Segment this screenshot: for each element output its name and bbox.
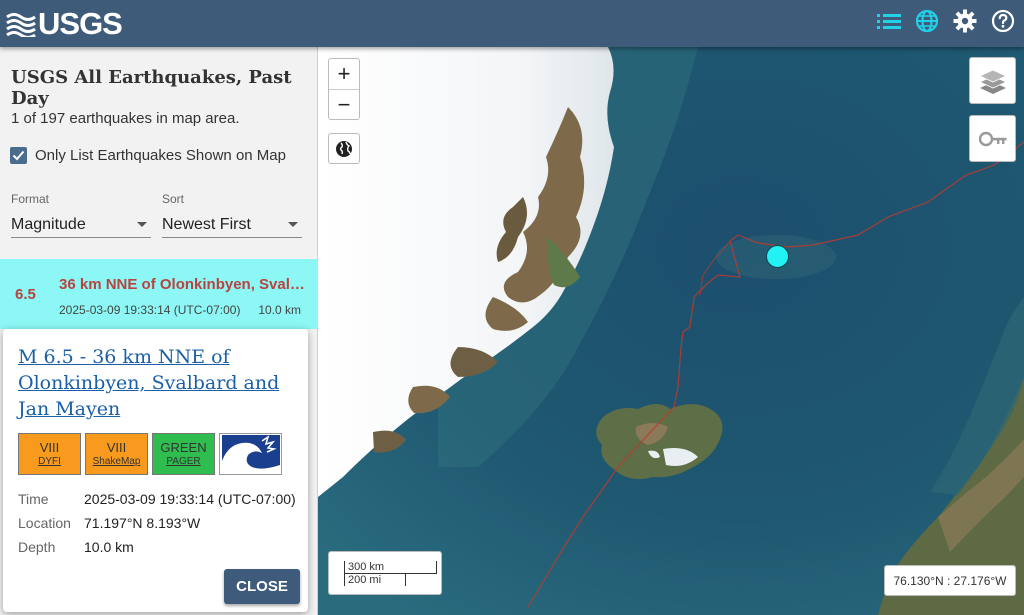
pager-badge[interactable]: GREEN PAGER <box>152 433 215 475</box>
only-list-checkbox[interactable]: Only List Earthquakes Shown on Map <box>10 147 286 164</box>
map-view[interactable]: + − 300 km 200 mi 76.130°N : 27.176°W <box>318 47 1024 615</box>
earthquake-popup: M 6.5 - 36 km NNE of Olonkinbyen, Svalba… <box>3 329 308 612</box>
earthquake-count: 1 of 197 earthquakes in map area. <box>11 110 240 127</box>
globe-icon[interactable] <box>914 8 940 34</box>
shakemap-label: ShakeMap <box>92 456 141 467</box>
key-icon <box>978 131 1006 146</box>
location-value: 71.197°N 8.193°W <box>84 515 201 531</box>
layers-icon <box>978 69 1007 94</box>
settings-icon[interactable] <box>952 8 978 34</box>
format-label: Format <box>11 192 50 206</box>
scale-km: 300 km <box>344 561 437 574</box>
earthquake-depth: 10.0 km <box>258 303 301 317</box>
close-button[interactable]: CLOSE <box>224 569 300 604</box>
earthquake-time: 2025-03-09 19:33:14 (UTC-07:00) <box>59 303 241 317</box>
app-header: USGS <box>0 0 1024 47</box>
map-scale: 300 km 200 mi <box>328 551 442 595</box>
location-label: Location <box>18 515 71 531</box>
pager-label: PAGER <box>166 456 201 467</box>
sort-select[interactable]: Sort Newest First <box>162 192 302 238</box>
panel-title: USGS All Earthquakes, Past Day <box>11 67 292 109</box>
only-list-label: Only List Earthquakes Shown on Map <box>35 147 286 164</box>
popup-title-link[interactable]: M 6.5 - 36 km NNE of Olonkinbyen, Svalba… <box>18 344 298 422</box>
dyfi-value: VIII <box>39 440 60 455</box>
layers-button[interactable] <box>969 57 1016 104</box>
earthquake-place: 36 km NNE of Olonkinbyen, Svalbard and J… <box>59 276 307 293</box>
help-icon[interactable] <box>990 8 1016 34</box>
zoom-in-button[interactable]: + <box>329 59 359 89</box>
time-label: Time <box>18 491 49 507</box>
earthquake-marker[interactable] <box>766 245 789 268</box>
world-view-button[interactable] <box>328 133 360 164</box>
list-icon[interactable] <box>876 8 902 34</box>
globe-icon <box>336 140 352 157</box>
format-select[interactable]: Format Magnitude <box>11 192 151 238</box>
zoom-control: + − <box>328 58 360 120</box>
tsunami-badge[interactable] <box>219 433 282 475</box>
logo-text: USGS <box>38 5 123 41</box>
format-value: Magnitude <box>11 215 86 233</box>
dyfi-badge[interactable]: VIII DYFI <box>18 433 81 475</box>
sort-value: Newest First <box>162 215 251 233</box>
shakemap-value: VIII <box>106 440 127 455</box>
usgs-logo[interactable]: USGS <box>6 5 123 42</box>
chevron-down-icon <box>137 222 147 227</box>
impact-badges: VIII DYFI VIII ShakeMap GREEN PAGER <box>18 433 282 475</box>
legend-button[interactable] <box>969 115 1016 162</box>
map-background[interactable] <box>318 47 1024 615</box>
time-value: 2025-03-09 19:33:14 (UTC-07:00) <box>84 491 296 507</box>
depth-label: Depth <box>18 539 56 555</box>
pager-value: GREEN <box>160 440 207 455</box>
cursor-coordinates: 76.130°N : 27.176°W <box>884 565 1016 596</box>
checkbox-checked-icon[interactable] <box>10 147 27 164</box>
chevron-down-icon <box>288 222 298 227</box>
sort-label: Sort <box>162 192 185 206</box>
dyfi-label: DYFI <box>38 456 61 467</box>
tsunami-icon <box>221 435 280 473</box>
zoom-out-button[interactable]: − <box>329 89 359 119</box>
depth-value: 10.0 km <box>84 539 134 555</box>
usgs-waves-icon <box>6 12 36 37</box>
shakemap-badge[interactable]: VIII ShakeMap <box>85 433 148 475</box>
earthquake-details: Time 2025-03-09 19:33:14 (UTC-07:00) Loc… <box>18 487 296 559</box>
earthquake-magnitude: 6.5 <box>15 286 36 303</box>
list-item[interactable]: 6.5 36 km NNE of Olonkinbyen, Svalbard a… <box>0 259 318 329</box>
scale-mi: 200 mi <box>344 574 406 586</box>
